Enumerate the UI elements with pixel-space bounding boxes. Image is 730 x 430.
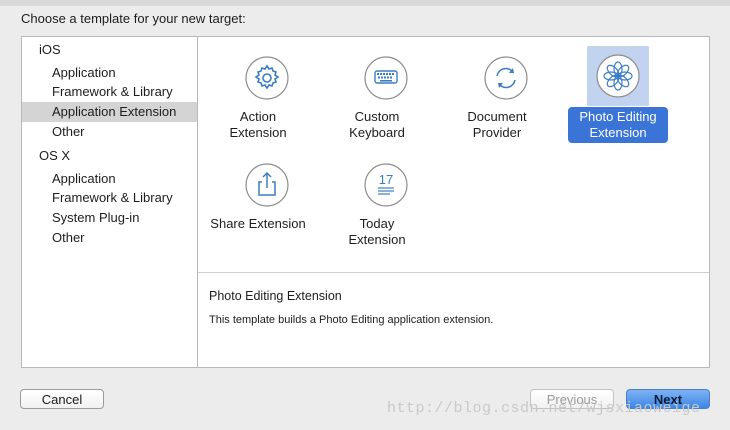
keyboard-icon — [364, 56, 408, 100]
sidebar-item-osx-system-plugin[interactable]: System Plug-in — [22, 208, 197, 228]
template-custom-keyboard[interactable]: Custom Keyboard — [322, 42, 432, 142]
sidebar-item-osx-framework-library[interactable]: Framework & Library — [22, 188, 197, 208]
template-label-selected: Photo Editing Extension — [568, 107, 668, 143]
icon-container — [236, 154, 298, 216]
template-action-extension[interactable]: Action Extension — [203, 42, 313, 142]
icon-container: 17 — [355, 154, 417, 216]
icon-container-selected — [587, 46, 649, 106]
description-text: This template builds a Photo Editing app… — [209, 314, 494, 326]
template-label: Share Extension — [203, 216, 313, 232]
sidebar-item-osx-other[interactable]: Other — [22, 228, 197, 248]
template-label: Today Extension — [322, 216, 432, 248]
template-label-line2: Provider — [472, 125, 522, 140]
template-label: Document Provider — [442, 109, 552, 141]
template-label-line1: Photo Editing — [579, 109, 657, 124]
template-document-provider[interactable]: Document Provider — [442, 42, 552, 142]
icon-container — [355, 47, 417, 109]
cancel-button[interactable]: Cancel — [20, 389, 104, 409]
icon-container — [236, 47, 298, 109]
template-share-extension[interactable]: Share Extension — [203, 149, 313, 249]
sidebar-item-ios-application[interactable]: Application — [22, 63, 197, 83]
sidebar-item-osx-application[interactable]: Application — [22, 169, 197, 189]
template-panel: Action Extension Custom Keyboard Documen… — [197, 36, 710, 368]
template-label-line2: Keyboard — [349, 125, 405, 140]
panel-divider — [198, 272, 709, 273]
today-icon-date: 17 — [379, 172, 393, 187]
template-label: Custom Keyboard — [322, 109, 432, 141]
template-label-line2: Extension — [348, 232, 406, 247]
background-strip — [0, 0, 730, 6]
template-label-line2: Extension — [589, 125, 647, 140]
template-label: Action Extension — [203, 109, 313, 141]
sidebar-item-ios-other[interactable]: Other — [22, 122, 197, 142]
sidebar-item-ios-framework-library[interactable]: Framework & Library — [22, 82, 197, 102]
template-photo-editing-extension[interactable]: Photo Editing Extension — [563, 42, 673, 143]
icon-container — [475, 47, 537, 109]
gear-icon — [245, 56, 289, 100]
refresh-icon — [484, 56, 528, 100]
template-label-line2: Extension — [229, 125, 287, 140]
template-label-line1: Action — [239, 109, 277, 124]
dialog-title: Choose a template for your new target: — [21, 11, 246, 26]
sidebar-group-osx: OS X — [39, 148, 71, 163]
share-icon — [245, 163, 289, 207]
template-label-line1: Today — [359, 216, 395, 231]
sidebar-item-ios-application-extension[interactable]: Application Extension — [22, 102, 197, 122]
flower-icon — [596, 54, 640, 98]
sidebar: iOS Application Framework & Library Appl… — [21, 36, 197, 368]
watermark: http://blog.csdn.net/wjsxiaoweige — [387, 400, 701, 417]
template-today-extension[interactable]: 17 Today Extension — [322, 149, 432, 249]
template-label-line1: Document — [467, 109, 527, 124]
template-label-line1: Custom — [354, 109, 400, 124]
today-icon: 17 — [364, 163, 408, 207]
description-title: Photo Editing Extension — [209, 289, 342, 303]
sidebar-group-ios: iOS — [39, 42, 61, 57]
template-label-line1: Share Extension — [210, 216, 306, 231]
